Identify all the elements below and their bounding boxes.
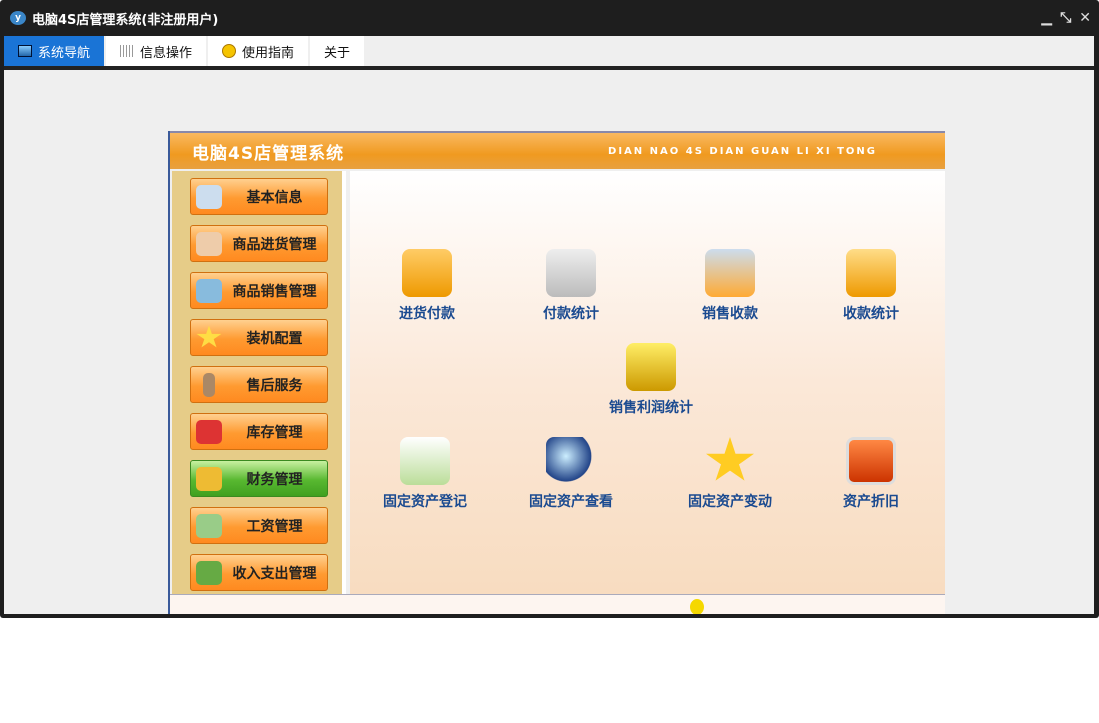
fixed-asset-view-button[interactable]: 固定资产查看 xyxy=(496,437,646,511)
sidebar-label: 装机配置 xyxy=(246,330,303,347)
function-label: 付款统计 xyxy=(543,306,599,322)
status-footer xyxy=(170,594,945,614)
function-label: 固定资产变动 xyxy=(688,494,772,510)
sidebar-label: 基本信息 xyxy=(246,189,303,206)
coins-icon xyxy=(196,466,222,491)
star-icon xyxy=(196,325,222,348)
sidebar-item-salary[interactable]: 工资管理 xyxy=(190,507,328,544)
tab-label: 信息操作 xyxy=(140,45,193,61)
tab-label: 关于 xyxy=(324,45,351,61)
function-label: 收款统计 xyxy=(843,306,899,322)
sidebar-item-sales[interactable]: 商品销售管理 xyxy=(190,272,328,309)
monitor-icon xyxy=(846,437,896,485)
banner-subtitle: DIAN NAO 4S DIAN GUAN LI XI TONG xyxy=(608,145,877,157)
computer-icon xyxy=(196,278,222,303)
sidebar-label: 收入支出管理 xyxy=(232,565,317,582)
payment-stats-button[interactable]: 付款统计 xyxy=(506,249,636,323)
tab-about[interactable]: 关于 xyxy=(310,36,365,66)
help-icon xyxy=(222,44,237,58)
users-icon xyxy=(196,513,222,538)
star-icon xyxy=(706,437,754,481)
sidebar: 基本信息 商品进货管理 商品销售管理 装机配置 售后服务 库存管理 财务管理 工… xyxy=(172,171,346,614)
receipt-stats-button[interactable]: 收款统计 xyxy=(806,249,936,323)
function-label: 固定资产查看 xyxy=(529,494,613,510)
monitor-icon xyxy=(18,45,32,57)
grid-icon xyxy=(120,45,135,57)
sidebar-item-income-expense[interactable]: 收入支出管理 xyxy=(190,554,328,591)
minimize-button[interactable]: ▁ xyxy=(1041,10,1052,26)
function-label: 销售利润统计 xyxy=(609,400,693,416)
sales-profit-stats-button[interactable]: 销售利润统计 xyxy=(576,343,726,417)
function-label: 资产折旧 xyxy=(843,494,899,510)
function-label: 固定资产登记 xyxy=(383,494,467,510)
sidebar-item-inventory[interactable]: 库存管理 xyxy=(190,413,328,450)
purchase-payment-button[interactable]: 进货付款 xyxy=(362,249,492,323)
coins-stack-icon xyxy=(626,343,676,391)
fixed-asset-register-button[interactable]: 固定资产登记 xyxy=(350,437,500,511)
sidebar-label: 工资管理 xyxy=(246,518,303,535)
sidebar-label: 售后服务 xyxy=(246,377,303,394)
lightbulb-icon xyxy=(690,599,704,614)
banner: 电脑4S店管理系统 DIAN NAO 4S DIAN GUAN LI XI TO… xyxy=(170,131,945,169)
chart-paper-icon xyxy=(546,249,596,297)
magnifier-icon xyxy=(546,437,596,485)
app-logo-icon: y xyxy=(10,11,26,25)
tab-guide[interactable]: 使用指南 xyxy=(208,36,309,66)
close-button[interactable]: ✕ xyxy=(1079,10,1091,26)
banner-title: 电脑4S店管理系统 xyxy=(192,143,345,164)
house-icon xyxy=(196,419,222,444)
person-icon xyxy=(203,372,215,397)
document-icon xyxy=(196,231,222,256)
calculator-coins-icon xyxy=(705,249,755,297)
contact-card-icon xyxy=(196,184,222,209)
function-label: 进货付款 xyxy=(399,306,455,322)
tab-label: 系统导航 xyxy=(38,45,91,61)
sidebar-item-basic-info[interactable]: 基本信息 xyxy=(190,178,328,215)
sidebar-item-finance[interactable]: 财务管理 xyxy=(190,460,328,497)
sidebar-label: 商品进货管理 xyxy=(232,236,317,253)
function-area: 进货付款 付款统计 销售收款 收款统计 销售利润统计 固定资产登记 固定资产查看… xyxy=(350,171,945,594)
sidebar-item-assembly[interactable]: 装机配置 xyxy=(190,319,328,356)
sidebar-item-purchase[interactable]: 商品进货管理 xyxy=(190,225,328,262)
app-window: y 电脑4S店管理系统(非注册用户) ▁ ⤡ ✕ 系统导航 信息操作 使用指南 … xyxy=(0,0,1099,618)
sidebar-label: 库存管理 xyxy=(246,424,303,441)
depreciation-button[interactable]: 资产折旧 xyxy=(806,437,936,511)
nav-panel: 电脑4S店管理系统 DIAN NAO 4S DIAN GUAN LI XI TO… xyxy=(168,131,945,614)
book-icon xyxy=(400,437,450,485)
tab-label: 使用指南 xyxy=(242,45,295,61)
restore-button[interactable]: ⤡ xyxy=(1060,10,1071,26)
money-box-icon xyxy=(196,560,222,585)
content-area: 电脑4S店管理系统 DIAN NAO 4S DIAN GUAN LI XI TO… xyxy=(4,70,1094,614)
fixed-asset-change-button[interactable]: 固定资产变动 xyxy=(655,437,805,511)
window-title: 电脑4S店管理系统(非注册用户) xyxy=(32,12,219,28)
sidebar-item-after-sales[interactable]: 售后服务 xyxy=(190,366,328,403)
sidebar-label: 财务管理 xyxy=(246,471,303,488)
sales-receipt-button[interactable]: 销售收款 xyxy=(665,249,795,323)
title-bar: y 电脑4S店管理系统(非注册用户) xyxy=(0,0,1099,36)
folder-coins-icon xyxy=(402,249,452,297)
sidebar-label: 商品销售管理 xyxy=(232,283,317,300)
function-label: 销售收款 xyxy=(702,306,758,322)
tab-bar: 系统导航 信息操作 使用指南 关于 xyxy=(4,36,1094,66)
folder-pen-icon xyxy=(846,249,896,297)
tab-system-nav[interactable]: 系统导航 xyxy=(4,36,105,66)
tab-info-ops[interactable]: 信息操作 xyxy=(106,36,207,66)
